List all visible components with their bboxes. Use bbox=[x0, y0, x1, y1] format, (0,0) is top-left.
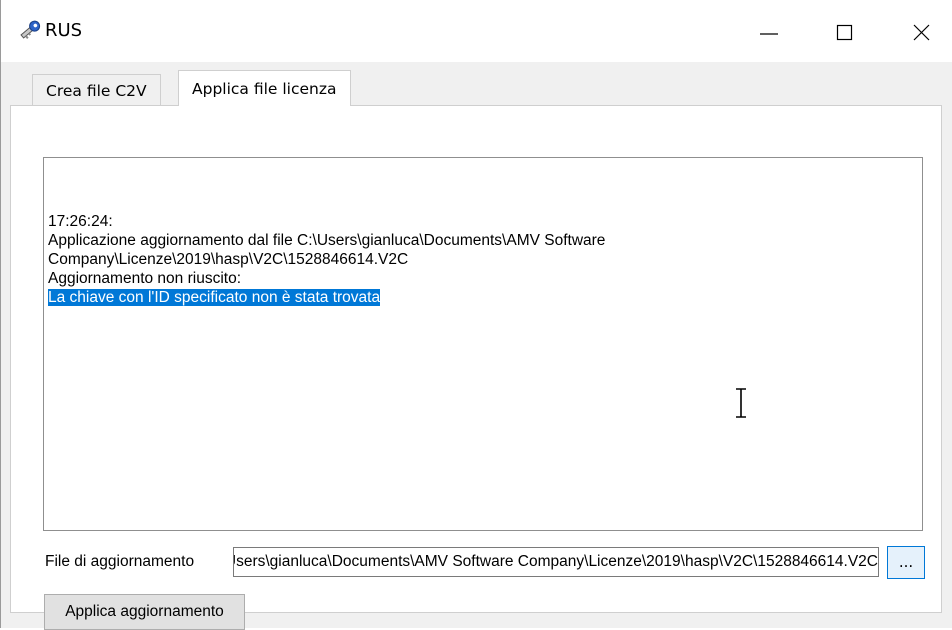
minimize-icon bbox=[760, 33, 778, 35]
app-window: RUS Crea file C2V Applica file licenza 1… bbox=[0, 0, 952, 630]
maximize-button[interactable] bbox=[821, 10, 869, 54]
apply-update-button[interactable]: Applica aggiornamento bbox=[44, 594, 245, 630]
tab-control: Crea file C2V Applica file licenza 17:26… bbox=[10, 70, 942, 630]
log-line: Company\Licenze\2019\hasp\V2C\1528846614… bbox=[48, 251, 409, 268]
text-cursor-icon bbox=[736, 388, 746, 418]
key-icon bbox=[17, 17, 43, 43]
close-button[interactable] bbox=[897, 10, 945, 54]
browse-button[interactable]: ... bbox=[887, 546, 925, 579]
title-bar[interactable]: RUS bbox=[1, 0, 952, 62]
minimize-button[interactable] bbox=[745, 10, 793, 54]
update-file-input[interactable]: C:\Users\gianluca\Documents\AMV Software… bbox=[233, 547, 879, 577]
tab-panel: 17:26:24: Applicazione aggiornamento dal… bbox=[10, 105, 942, 630]
maximize-icon bbox=[836, 24, 853, 41]
log-line: Applicazione aggiornamento dal file C:\U… bbox=[48, 232, 606, 249]
tab-applica-file-licenza[interactable]: Applica file licenza bbox=[178, 70, 351, 106]
close-icon bbox=[913, 24, 930, 41]
selected-error-text: La chiave con l'ID specificato non è sta… bbox=[48, 289, 381, 306]
update-file-value: C:\Users\gianluca\Documents\AMV Software… bbox=[233, 553, 878, 570]
log-textarea[interactable]: 17:26:24: Applicazione aggiornamento dal… bbox=[43, 157, 923, 531]
log-line: 17:26:24: bbox=[48, 213, 113, 230]
log-line: Aggiornamento non riuscito: bbox=[48, 270, 242, 287]
update-file-label: File di aggiornamento bbox=[45, 553, 195, 570]
tab-crea-file-c2v[interactable]: Crea file C2V bbox=[32, 74, 161, 106]
window-title: RUS bbox=[45, 20, 83, 41]
